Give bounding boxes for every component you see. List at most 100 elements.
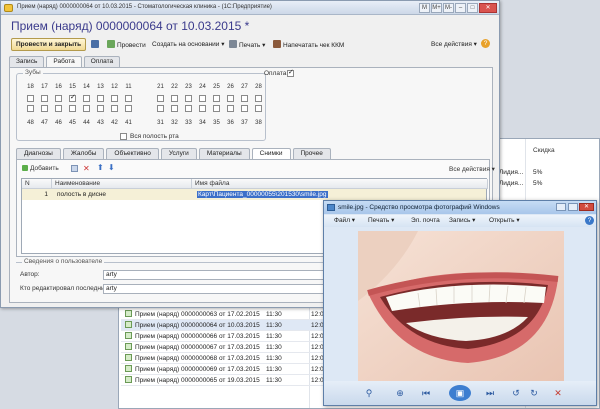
- help-icon[interactable]: ?: [585, 216, 594, 225]
- menu-email[interactable]: Эл. почта: [411, 215, 440, 227]
- tooth-number: 43: [97, 120, 104, 126]
- row-filename[interactable]: Карт\Пациента_00000055\201530\smile.jpg: [197, 191, 328, 198]
- maximize-button[interactable]: □: [467, 3, 478, 13]
- grid-all-actions-button[interactable]: Все действия ▾: [449, 165, 495, 173]
- list-item[interactable]: 5%: [533, 169, 542, 176]
- menu-print[interactable]: Печать ▾: [368, 215, 394, 227]
- previous-icon[interactable]: ⏮: [420, 387, 432, 399]
- maximize-button[interactable]: [568, 203, 578, 211]
- tooth-number: 35: [213, 120, 220, 126]
- tooth-checkbox[interactable]: [111, 95, 118, 102]
- tab-diagnoses[interactable]: Диагнозы: [16, 148, 61, 159]
- delete-icon[interactable]: ✕: [83, 164, 90, 173]
- move-up-icon[interactable]: ⬆: [97, 163, 104, 172]
- tooth-checkbox[interactable]: [199, 95, 206, 102]
- tooth-checkbox[interactable]: [241, 95, 248, 102]
- tooth-number: 18: [27, 84, 34, 90]
- create-based-on-button[interactable]: Создать на основании ▾: [152, 40, 225, 50]
- tooth-checkbox[interactable]: [41, 105, 48, 112]
- menu-open[interactable]: Открыть ▾: [489, 215, 520, 227]
- print-button[interactable]: Печать ▾: [229, 40, 265, 51]
- tab-other[interactable]: Прочее: [292, 148, 331, 159]
- tooth-checkbox[interactable]: [255, 105, 262, 112]
- tooth-number: 23: [185, 84, 192, 90]
- payment-checkbox[interactable]: [287, 68, 294, 77]
- list-item[interactable]: Лидия...: [499, 169, 523, 176]
- tab-record[interactable]: Запись: [9, 56, 45, 67]
- tab-materials[interactable]: Материалы: [198, 148, 250, 159]
- tooth-checkbox[interactable]: [213, 105, 220, 112]
- column-header-name[interactable]: Наименование: [52, 179, 192, 189]
- post-and-close-button[interactable]: Провести и закрыть: [11, 38, 87, 51]
- slideshow-icon[interactable]: ▣: [449, 385, 471, 401]
- minimize-button[interactable]: [556, 203, 566, 211]
- tab-complaints[interactable]: Жалобы: [62, 148, 105, 159]
- tooth-checkbox[interactable]: [69, 105, 76, 112]
- tooth-checkbox[interactable]: [41, 95, 48, 102]
- tooth-checkbox[interactable]: [157, 105, 164, 112]
- memory-button[interactable]: M: [419, 3, 430, 13]
- menu-burn[interactable]: Запись ▾: [449, 215, 475, 227]
- tooth-checkbox[interactable]: [125, 95, 132, 102]
- zoom-icon[interactable]: ⚲: [362, 387, 376, 399]
- actual-size-icon[interactable]: ⊕: [394, 387, 406, 399]
- column-header-filename[interactable]: Имя файла: [192, 179, 488, 189]
- viewer-titlebar[interactable]: smile.jpg - Средство просмотра фотографи…: [324, 201, 596, 214]
- tooth-checkbox[interactable]: [83, 105, 90, 112]
- tooth-checkbox[interactable]: [97, 95, 104, 102]
- tooth-checkbox[interactable]: [97, 105, 104, 112]
- menu-file[interactable]: Файл ▾: [334, 215, 355, 227]
- tooth-checkbox[interactable]: [241, 105, 248, 112]
- memory-minus-button[interactable]: M-: [443, 3, 454, 13]
- tooth-checkbox[interactable]: [171, 105, 178, 112]
- close-icon[interactable]: ✕: [579, 203, 594, 211]
- discount-header: Скидка: [533, 147, 555, 154]
- row-number: 1: [44, 191, 48, 198]
- page-title: Прием (наряд) 0000000064 от 10.03.2015 *: [11, 19, 250, 33]
- help-icon[interactable]: ?: [481, 39, 490, 48]
- tab-payment[interactable]: Оплата: [83, 56, 121, 67]
- all-mouth-checkbox[interactable]: [120, 133, 127, 140]
- tooth-checkbox[interactable]: [227, 105, 234, 112]
- row-name[interactable]: полость в дисне: [54, 189, 192, 200]
- memory-plus-button[interactable]: M+: [431, 3, 442, 13]
- tooth-checkbox[interactable]: [227, 95, 234, 102]
- post-button[interactable]: Провести: [107, 40, 146, 51]
- tooth-checkbox[interactable]: [27, 95, 34, 102]
- tooth-checkbox[interactable]: [171, 95, 178, 102]
- tab-images[interactable]: Снимки: [251, 148, 291, 159]
- tooth-checkbox[interactable]: [255, 95, 262, 102]
- tooth-checkbox[interactable]: [55, 105, 62, 112]
- tooth-checkbox[interactable]: [199, 105, 206, 112]
- tab-services[interactable]: Услуги: [160, 148, 197, 159]
- rotate-left-icon[interactable]: ↺: [510, 387, 522, 399]
- all-actions-button[interactable]: Все действия ▾: [431, 40, 477, 50]
- tooth-number: 27: [241, 84, 248, 90]
- tooth-checkbox[interactable]: [69, 93, 76, 102]
- move-down-icon[interactable]: ⬇: [108, 163, 115, 172]
- tooth-checkbox[interactable]: [185, 95, 192, 102]
- tooth-checkbox[interactable]: [55, 95, 62, 102]
- add-button[interactable]: Добавить: [22, 165, 59, 172]
- tooth-checkbox[interactable]: [125, 105, 132, 112]
- print-receipt-button[interactable]: Напечатать чек ККМ: [273, 40, 344, 51]
- tooth-checkbox[interactable]: [111, 105, 118, 112]
- column-header-n[interactable]: N: [22, 179, 52, 189]
- tooth-checkbox[interactable]: [27, 105, 34, 112]
- tooth-checkbox[interactable]: [213, 95, 220, 102]
- tooth-number: 14: [83, 84, 90, 90]
- tooth-checkbox[interactable]: [185, 105, 192, 112]
- minimize-button[interactable]: –: [455, 3, 466, 13]
- rotate-right-icon[interactable]: ↻: [528, 387, 540, 399]
- tooth-checkbox[interactable]: [83, 95, 90, 102]
- next-icon[interactable]: ⏭: [484, 387, 496, 399]
- copy-icon[interactable]: [71, 165, 78, 172]
- tab-objective[interactable]: Объективно: [106, 148, 159, 159]
- close-button[interactable]: ✕: [479, 3, 497, 13]
- save-icon[interactable]: [91, 40, 101, 51]
- delete-icon[interactable]: ✕: [552, 387, 564, 399]
- tooth-checkbox[interactable]: [157, 95, 164, 102]
- list-item[interactable]: 5%: [533, 180, 542, 187]
- list-item[interactable]: Лидия...: [499, 180, 523, 187]
- window-titlebar[interactable]: Прием (наряд) 0000000064 от 10.03.2015 -…: [1, 1, 499, 15]
